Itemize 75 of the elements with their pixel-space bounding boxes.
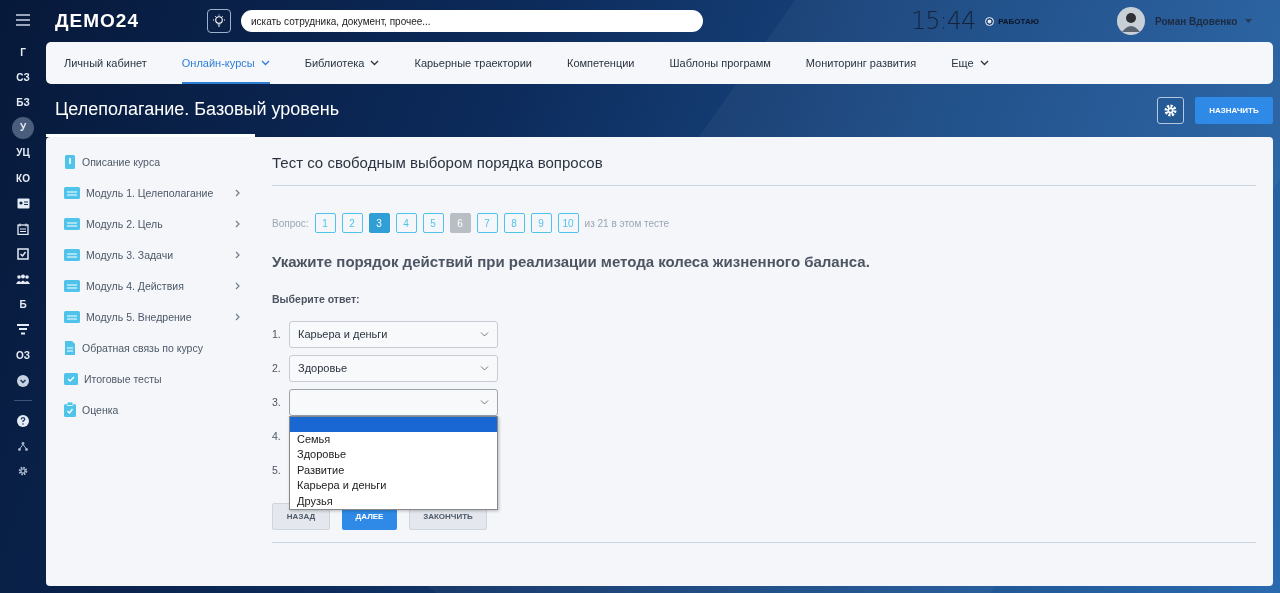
- document-icon: [64, 340, 76, 355]
- list-icon: [64, 217, 80, 230]
- dropdown-option[interactable]: Развитие: [290, 462, 497, 478]
- chevron-circle-icon: [17, 374, 29, 387]
- page-title: Целеполагание. Базовый уровень: [55, 98, 340, 120]
- rail-item[interactable]: УЦ: [11, 140, 35, 165]
- rail-item[interactable]: Г: [11, 40, 35, 64]
- nav-tab[interactable]: Мониторинг развития: [805, 42, 917, 84]
- list-icon: [64, 279, 80, 292]
- chevron-down-icon: [480, 399, 489, 405]
- status-radio-icon[interactable]: [985, 16, 995, 26]
- search-field[interactable]: искать сотрудника, документ, прочее...: [241, 10, 703, 32]
- people-icon: [16, 273, 30, 285]
- question-text: Укажите порядок действий при реализации метода колеса жизненного баланса.: [272, 253, 871, 270]
- nav-tab[interactable]: Компетенции: [567, 42, 635, 84]
- contact-card-icon: [16, 198, 30, 209]
- rail-item[interactable]: КО: [11, 166, 35, 191]
- rail-item[interactable]: БЗ: [11, 90, 35, 115]
- lightbulb-button[interactable]: [207, 9, 231, 33]
- rail-item[interactable]: СЗ: [11, 65, 35, 90]
- assign-button[interactable]: НАЗНАЧИТЬ: [1195, 97, 1273, 124]
- task-icon: [17, 248, 29, 261]
- nav-tab[interactable]: Еще: [951, 42, 989, 84]
- clipboard-icon: [64, 402, 76, 417]
- course-menu-item[interactable]: Модуль 2. Цель: [64, 214, 255, 233]
- gear-icon: [1164, 104, 1177, 117]
- course-menu-item[interactable]: Модуль 4. Действия: [64, 276, 255, 295]
- nav-tab[interactable]: Шаблоны программ: [669, 42, 771, 84]
- course-menu-item[interactable]: Модуль 5. Внедрение: [64, 307, 255, 326]
- rail-item[interactable]: У: [12, 116, 34, 139]
- logo[interactable]: ДЕМО24: [55, 10, 207, 32]
- course-menu-item[interactable]: Модуль 1. Целеполагание: [64, 183, 255, 202]
- dropdown-option[interactable]: Здоровье: [290, 447, 497, 463]
- chevron-down-icon: [480, 331, 489, 337]
- hierarchy-icon[interactable]: [18, 441, 28, 451]
- calendar-icon: [17, 222, 29, 235]
- dropdown-option[interactable]: Семья: [290, 431, 497, 447]
- status-label: РАБОТАЮ: [998, 16, 1039, 26]
- checkmark-icon: [64, 372, 78, 385]
- answer-number: 2.: [272, 362, 282, 374]
- filter-icon: [17, 324, 29, 336]
- nav-tab[interactable]: Карьерные траектории: [414, 42, 532, 84]
- dropdown-option[interactable]: Карьера и деньги: [290, 478, 497, 494]
- rail-item[interactable]: ОЗ: [11, 343, 35, 368]
- nav-tab[interactable]: Библиотека: [304, 42, 380, 84]
- course-menu-item[interactable]: Оценка: [64, 400, 255, 419]
- answer-select[interactable]: Карьера и деньги: [289, 320, 498, 348]
- answer-select[interactable]: Здоровье: [289, 354, 498, 382]
- list-icon: [64, 248, 80, 261]
- user-avatar[interactable]: [1116, 7, 1145, 35]
- help-icon[interactable]: [17, 414, 29, 427]
- list-icon: [64, 186, 80, 199]
- pager-total: из 21 в этом тесте: [584, 217, 670, 229]
- course-menu-item[interactable]: Модуль 3. Задачи: [64, 245, 255, 264]
- chevron-down-icon: [480, 365, 489, 371]
- settings-icon[interactable]: [18, 466, 28, 477]
- settings-button[interactable]: [1157, 97, 1184, 124]
- info-icon: [64, 154, 76, 169]
- course-menu-item[interactable]: Описание курса: [64, 152, 255, 171]
- course-menu-item[interactable]: Итоговые тесты: [64, 369, 255, 388]
- clock-time: 15:44: [911, 7, 976, 35]
- list-icon: [64, 310, 80, 323]
- pager-label: Вопрос:: [272, 217, 309, 229]
- lightbulb-icon: [213, 14, 225, 28]
- answer-number: 3.: [272, 396, 282, 408]
- answer-label: Выберите ответ:: [272, 293, 361, 305]
- nav-tab[interactable]: Онлайн-курсы: [181, 42, 270, 84]
- course-menu-item[interactable]: Обратная связь по курсу: [64, 338, 255, 357]
- rail-item[interactable]: Б: [11, 292, 35, 317]
- answer-number: 1.: [272, 328, 282, 340]
- answer-number: 5.: [272, 464, 282, 476]
- nav-tab[interactable]: Личный кабинет: [64, 42, 147, 84]
- answer-select[interactable]: [289, 388, 498, 416]
- test-title: Тест со свободным выбором порядка вопросов: [272, 137, 1256, 186]
- answer-number: 4.: [272, 430, 282, 442]
